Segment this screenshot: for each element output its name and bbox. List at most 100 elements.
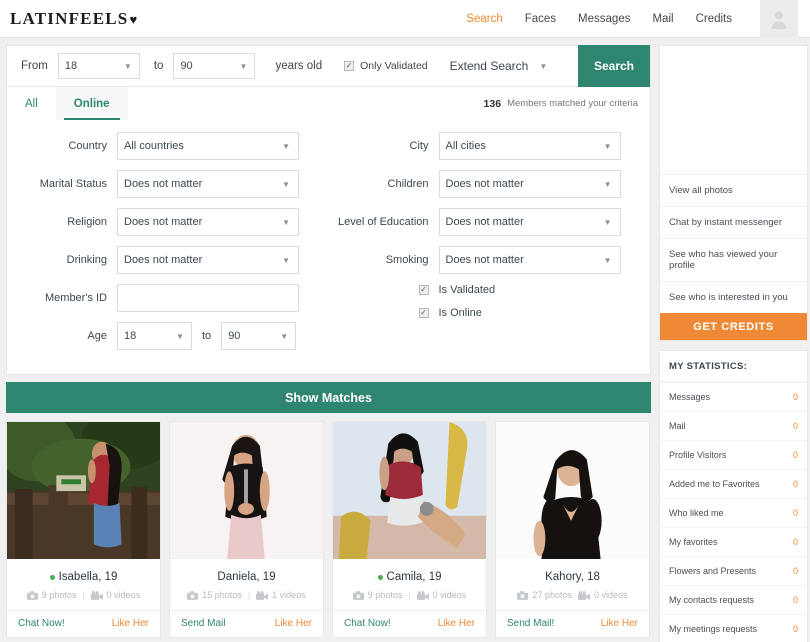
stat-label: Added me to Favorites	[669, 479, 760, 489]
promo-banner-image	[660, 46, 807, 174]
get-credits-button[interactable]: GET CREDITS	[660, 313, 807, 340]
promo-link-chat-messenger[interactable]: Chat by instant messenger	[660, 206, 807, 238]
education-select[interactable]: Does not matter ▼	[438, 208, 621, 236]
smoking-select[interactable]: Does not matter ▼	[438, 246, 621, 274]
filter-row-education: Level of Education Does not matter ▼	[329, 208, 651, 236]
profile-name-row: Isabella, 19	[7, 561, 160, 590]
stat-row-who-liked-me[interactable]: Who liked me 0	[660, 498, 807, 527]
quick-age-from-value: 18	[64, 60, 78, 72]
filter-row-marital-status: Marital Status Does not matter ▼	[7, 170, 329, 198]
extend-search-dropdown[interactable]: Extend Search ▼	[450, 59, 548, 73]
stat-row-meetings-requests[interactable]: My meetings requests 0	[660, 614, 807, 642]
like-her-button[interactable]: Like Her	[112, 618, 149, 629]
filter-row-drinking: Drinking Does not matter ▼	[7, 246, 329, 274]
camera-icon	[187, 590, 199, 600]
site-logo[interactable]: LATINFEELS ♥	[10, 9, 138, 29]
stat-row-flowers-presents[interactable]: Flowers and Presents 0	[660, 556, 807, 585]
chevron-down-icon: ▼	[239, 61, 248, 71]
send-mail-button[interactable]: Send Mail!	[507, 618, 554, 629]
member-id-input[interactable]	[117, 284, 299, 312]
quick-age-to-value: 90	[180, 60, 193, 72]
profile-photo[interactable]	[7, 422, 160, 561]
photos-count: 27 photos	[532, 590, 572, 600]
like-her-button[interactable]: Like Her	[438, 618, 475, 629]
children-value: Does not matter	[445, 178, 524, 190]
nav-link-search[interactable]: Search	[466, 13, 502, 25]
match-count: 136	[483, 97, 502, 110]
only-validated-checkbox[interactable]: ✓ Only Validated	[344, 60, 428, 72]
religion-select[interactable]: Does not matter ▼	[117, 208, 299, 236]
children-select[interactable]: Does not matter ▼	[438, 170, 621, 198]
is-online-checkbox[interactable]: ✓ Is Online	[329, 307, 651, 319]
profile-card[interactable]: Isabella, 19 9 photos | 0 videos Chat No…	[6, 421, 161, 638]
stat-row-contacts-requests[interactable]: My contacts requests 0	[660, 585, 807, 614]
profile-photo[interactable]	[496, 422, 649, 561]
stat-value: 0	[792, 450, 798, 460]
to-label: to	[153, 60, 164, 72]
drinking-select[interactable]: Does not matter ▼	[117, 246, 299, 274]
tab-all[interactable]: All	[7, 87, 56, 120]
marital-status-select[interactable]: Does not matter ▼	[117, 170, 299, 198]
match-description: Members matched your criteria	[507, 98, 638, 109]
profile-photo[interactable]	[170, 422, 323, 561]
chat-now-button[interactable]: Chat Now!	[18, 618, 65, 629]
profile-card-actions: Send Mail! Like Her	[496, 610, 649, 637]
search-button[interactable]: Search	[578, 45, 650, 87]
nav-link-faces[interactable]: Faces	[525, 13, 556, 25]
stat-row-my-favorites[interactable]: My favorites 0	[660, 527, 807, 556]
camera-icon	[517, 590, 529, 600]
send-mail-button[interactable]: Send Mail	[181, 618, 225, 629]
profile-name-row: Camila, 19	[333, 561, 486, 590]
from-label: From	[21, 60, 48, 72]
filter-row-religion: Religion Does not matter ▼	[7, 208, 329, 236]
nav-link-messages[interactable]: Messages	[578, 13, 630, 25]
chevron-down-icon: ▼	[539, 61, 548, 71]
is-validated-checkbox[interactable]: ✓ Is Validated	[329, 284, 651, 296]
show-matches-button[interactable]: Show Matches	[6, 382, 651, 413]
age-from-select[interactable]: 18 ▼	[117, 322, 192, 350]
profile-name-row: Daniela, 19	[170, 561, 323, 590]
like-her-button[interactable]: Like Her	[275, 618, 312, 629]
tab-online[interactable]: Online	[55, 87, 128, 120]
meta-separator: |	[247, 590, 251, 600]
profile-card[interactable]: Kahory, 18 27 photos 0 videos Send Mail!…	[495, 421, 650, 638]
extend-search-label: Extend Search	[449, 59, 529, 73]
filter-label-religion: Religion	[67, 216, 107, 228]
stat-value: 0	[792, 479, 798, 489]
profile-media-counts: 9 photos | 0 videos	[333, 590, 486, 610]
profile-card[interactable]: Camila, 19 9 photos | 0 videos Chat Now!…	[332, 421, 487, 638]
promo-link-profile-viewers[interactable]: See who has viewed your profile	[660, 238, 807, 281]
like-her-button[interactable]: Like Her	[601, 618, 638, 629]
checkbox-box-icon: ✓	[344, 61, 355, 71]
online-status-icon	[377, 574, 383, 580]
quick-age-to-select[interactable]: 90 ▼	[173, 53, 256, 79]
stat-label: Flowers and Presents	[669, 566, 757, 576]
nav-link-credits[interactable]: Credits	[696, 13, 732, 25]
photo-image	[170, 422, 323, 560]
profile-media-counts: 27 photos 0 videos	[496, 590, 649, 610]
stat-row-added-to-favorites[interactable]: Added me to Favorites 0	[660, 469, 807, 498]
nav-link-mail[interactable]: Mail	[652, 13, 673, 25]
user-avatar-icon[interactable]	[760, 0, 798, 38]
stat-label: My meetings requests	[669, 624, 758, 634]
chat-now-button[interactable]: Chat Now!	[344, 618, 391, 629]
promo-link-interested-in-you[interactable]: See who is interested in you	[660, 281, 807, 313]
chevron-down-icon: ▼	[282, 179, 290, 189]
country-select[interactable]: All countries ▼	[117, 132, 299, 160]
stat-row-profile-visitors[interactable]: Profile Visitors 0	[660, 440, 807, 469]
promo-link-view-all-photos[interactable]: View all photos	[660, 174, 807, 206]
filter-label-education: Level of Education	[337, 216, 429, 228]
promo-panel: View all photos Chat by instant messenge…	[659, 45, 808, 341]
age-to-select[interactable]: 90 ▼	[221, 322, 297, 350]
photos-count-item: 9 photos	[26, 590, 76, 600]
stat-row-mail[interactable]: Mail 0	[660, 411, 807, 440]
quick-age-from-select[interactable]: 18 ▼	[57, 53, 140, 79]
stat-row-messages[interactable]: Messages 0	[660, 382, 807, 411]
heart-icon: ♥	[129, 11, 139, 27]
profile-card-actions: Send Mail Like Her	[170, 610, 323, 637]
profile-card[interactable]: Daniela, 19 15 photos | 1 videos Send Ma…	[169, 421, 324, 638]
filter-row-age: Age 18 ▼ to 90 ▼	[7, 322, 329, 350]
city-select[interactable]: All cities ▼	[438, 132, 621, 160]
profile-photo[interactable]	[333, 422, 486, 561]
right-sidebar: View all photos Chat by instant messenge…	[659, 45, 808, 642]
